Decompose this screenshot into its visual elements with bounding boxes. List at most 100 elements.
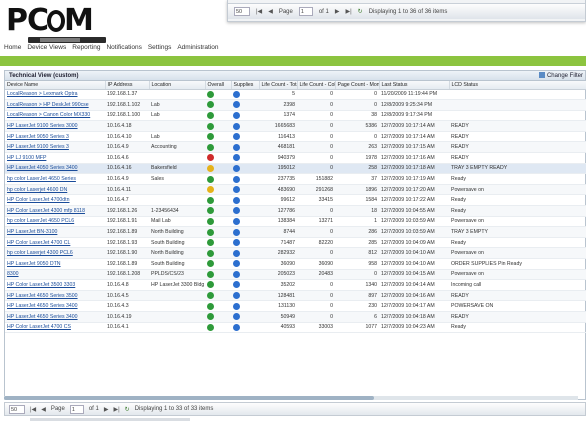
col-life-count-color[interactable]: Life Count - Color — [297, 81, 336, 90]
cell-device-name[interactable]: 8300 — [5, 269, 105, 281]
supplies-status-icon — [233, 111, 240, 119]
cell-life-count-total: 205023 — [259, 269, 297, 281]
cell-device-name[interactable]: hp color Laserjet 4600 DN — [5, 184, 105, 196]
cell-last-status: 12/7/2009 10:17:18 AM — [379, 163, 449, 175]
cell-device-name[interactable]: hp color LaserJet 4650 Series — [5, 173, 105, 185]
table-row[interactable]: HP Color LaserJet 4300 mfp 8118 192.168.1… — [5, 205, 586, 217]
cell-page-count-month: 38 — [335, 110, 379, 122]
top-per-page-select[interactable]: 50 — [234, 7, 250, 16]
table-row[interactable]: HP LaserJet BN-3100 192.168.1.89 North Bui… — [5, 226, 586, 238]
cell-location: PPLDS/CS/23 — [149, 269, 205, 281]
prev-page-icon[interactable]: ◀ — [41, 406, 46, 413]
table-row[interactable]: LocalReason > HP DeskJet 990cse 192.168.1… — [5, 99, 586, 111]
table-row[interactable]: hp color LaserJet 4650 PCL6 192.168.1.91 M… — [5, 216, 586, 228]
cell-page-count-month: 1896 — [335, 184, 379, 196]
cell-device-name[interactable]: HP LaserJet 4650 Series 3400 — [5, 300, 105, 312]
supplies-status-icon — [233, 249, 240, 257]
top-prev-page-icon[interactable]: ◀ — [268, 8, 273, 15]
scrollbar-thumb[interactable] — [4, 396, 374, 400]
cell-device-name[interactable]: HP Color LaserJet 4700 CL — [5, 237, 105, 249]
table-row[interactable]: HP LaserJet 4650 Series 3500 10.16.4.5 128… — [5, 290, 586, 302]
top-last-page-icon[interactable]: ▶| — [345, 8, 351, 15]
table-row[interactable]: HP LaserJet 4650 Series 3400 10.16.4.19 50… — [5, 311, 586, 323]
cell-device-name[interactable]: HP LaserJet 9050 DTN — [5, 258, 105, 270]
table-row[interactable]: HP Color LaserJet 4700dtn 10.16.4.7 99612 3… — [5, 194, 586, 207]
cell-device-name[interactable]: HP LJ 9100 MFP — [5, 152, 105, 164]
overall-status-icon — [207, 196, 214, 204]
table-row[interactable]: hp color Laserjet 4300 PCL6 192.168.1.90 N… — [5, 247, 586, 259]
page-input[interactable]: 1 — [69, 404, 84, 414]
table-row[interactable]: hp color LaserJet 4650 Series 10.16.4.9 Sa… — [5, 173, 586, 185]
cell-device-name[interactable]: LocalReason > Canon Color MX330 — [5, 110, 105, 122]
col-location[interactable]: Location — [149, 81, 206, 90]
top-refresh-icon[interactable]: ↻ — [358, 8, 363, 15]
cell-location: Sales — [149, 173, 205, 185]
last-page-icon[interactable]: ▶| — [113, 406, 119, 413]
cell-lcd-status: Powersave on — [449, 269, 586, 281]
table-row[interactable]: HP LaserJet 9100 Series 3 10.16.4.9 Accoun… — [5, 141, 586, 154]
cell-overall-status — [205, 322, 231, 334]
next-page-icon[interactable]: ▶ — [104, 406, 109, 413]
horizontal-scrollbar[interactable] — [4, 396, 578, 400]
col-lcd-status[interactable]: LCD Status — [449, 81, 586, 90]
table-row[interactable]: HP Color LaserJet 3500 3303 10.16.4.8 HP L… — [5, 279, 586, 291]
nav-reporting[interactable]: Reporting — [72, 44, 100, 51]
table-row[interactable]: LocalReason > Lexmark Optra 192.168.1.37 5… — [5, 89, 586, 101]
refresh-icon[interactable]: ↻ — [125, 406, 130, 413]
table-row[interactable]: 8300 192.168.1.208 PPLDS/CS/23 205023 20483 0… — [5, 269, 586, 281]
overall-status-icon — [207, 111, 214, 119]
cell-device-name[interactable]: HP LaserJet 4050 Series 3400 — [5, 163, 105, 175]
nav-administration[interactable]: Administration — [177, 44, 218, 51]
cell-last-status: 12/7/2009 10:04:17 AM — [379, 300, 449, 312]
top-next-page-icon[interactable]: ▶ — [335, 8, 340, 15]
cell-device-name[interactable]: HP LaserJet BN-3100 — [5, 226, 105, 238]
col-overall[interactable]: Overall — [205, 81, 232, 90]
technical-view-panel: Technical View (custom) Change Filter De… — [4, 70, 586, 400]
cell-ip-address: 192.168.1.102 — [105, 99, 149, 111]
cell-device-name[interactable]: hp color LaserJet 4650 PCL6 — [5, 216, 105, 228]
cell-life-count-total: 127786 — [259, 205, 297, 217]
cell-device-name[interactable]: HP Color LaserJet 4700dtn — [5, 194, 105, 207]
change-filter-button[interactable]: Change Filter — [538, 71, 583, 81]
first-page-icon[interactable]: |◀ — [30, 406, 36, 413]
table-row[interactable]: HP LaserJet 4050 Series 3400 10.16.4.16 Ba… — [5, 163, 586, 175]
cell-device-name[interactable]: HP Color LaserJet 4300 mfp 8118 — [5, 205, 105, 217]
table-row[interactable]: HP Color LaserJet 4700 CL 192.168.1.93 Sou… — [5, 237, 586, 249]
col-life-count-total[interactable]: Life Count - Total — [259, 81, 298, 90]
nav-home[interactable]: Home — [4, 44, 21, 51]
supplies-status-icon — [233, 323, 240, 331]
col-supplies[interactable]: Supplies — [231, 81, 260, 90]
table-row[interactable]: HP LaserJet 9050 Series 3 10.16.4.10 Lab 11… — [5, 131, 586, 143]
cell-device-name[interactable]: HP Color LaserJet 4700 CS — [5, 322, 105, 334]
table-row[interactable]: HP Color LaserJet 4700 CS 10.16.4.1 40593 3… — [5, 322, 586, 334]
cell-lcd-status: READY — [449, 131, 586, 143]
col-page-count-month[interactable]: Page Count - Month — [335, 81, 380, 90]
col-last-status[interactable]: Last Status — [379, 81, 450, 90]
cell-device-name[interactable]: HP LaserJet 4650 Series 3500 — [5, 290, 105, 302]
nav-device-views[interactable]: Device Views — [27, 44, 66, 51]
per-page-select[interactable]: 50 — [9, 404, 25, 414]
cell-device-name[interactable]: LocalReason > HP DeskJet 990cse — [5, 99, 105, 111]
table-row[interactable]: HP LaserJet 9100 Series 3000 10.16.4.18 16… — [5, 120, 586, 132]
cell-device-name[interactable]: HP LaserJet 9100 Series 3000 — [5, 120, 105, 132]
top-page-input[interactable]: 1 — [298, 7, 313, 16]
cell-device-name[interactable]: HP Color LaserJet 3500 3303 — [5, 279, 105, 291]
table-row[interactable]: HP LaserJet 4650 Series 3400 10.16.4.3 131… — [5, 300, 586, 312]
col-ip-address[interactable]: IP Address — [105, 81, 150, 90]
col-device-name[interactable]: Device Name — [5, 81, 106, 90]
cell-life-count-total: 940379 — [259, 152, 297, 164]
table-row[interactable]: LocalReason > Canon Color MX330 192.168.1… — [5, 110, 586, 122]
nav-settings[interactable]: Settings — [148, 44, 172, 51]
cell-device-name[interactable]: LocalReason > Lexmark Optra — [5, 89, 105, 101]
top-first-page-icon[interactable]: |◀ — [256, 8, 262, 15]
table-row[interactable]: hp color Laserjet 4600 DN 10.16.4.11 48369… — [5, 184, 586, 196]
cell-device-name[interactable]: HP LaserJet 9100 Series 3 — [5, 141, 105, 154]
cell-device-name[interactable]: hp color Laserjet 4300 PCL6 — [5, 247, 105, 259]
nav-notifications[interactable]: Notifications — [106, 44, 141, 51]
cell-last-status: 12/7/2009 10:17:19 AM — [379, 173, 449, 185]
cell-device-name[interactable]: HP LaserJet 9050 Series 3 — [5, 131, 105, 143]
cell-last-status: 12/8/2009 9:25:34 PM — [379, 99, 449, 111]
cell-device-name[interactable]: HP LaserJet 4650 Series 3400 — [5, 311, 105, 323]
table-row[interactable]: HP LJ 9100 MFP 10.16.4.6 940379 0 1978 12/7/2… — [5, 152, 586, 164]
table-row[interactable]: HP LaserJet 9050 DTN 192.168.1.89 South Bu… — [5, 258, 586, 270]
